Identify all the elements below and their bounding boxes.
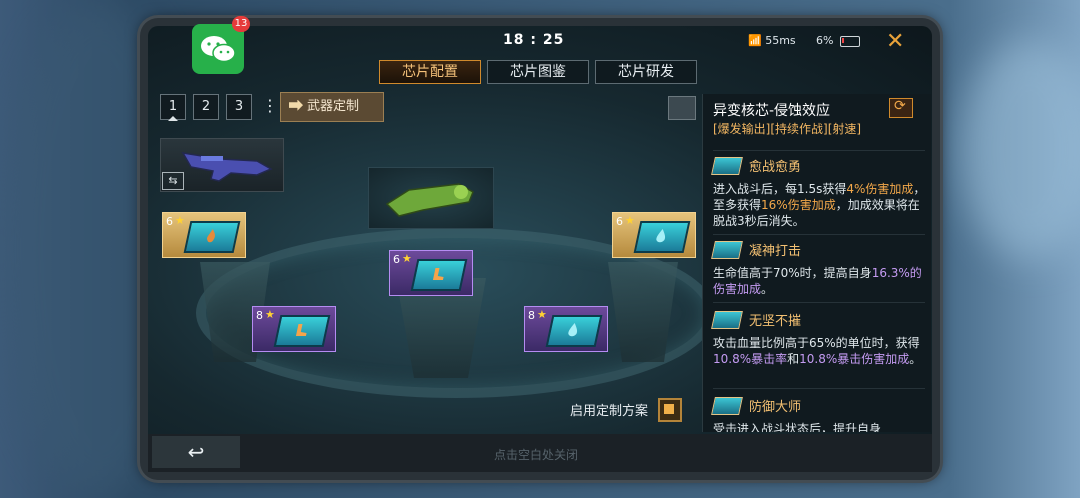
use-custom-plan-label: 启用定制方案: [570, 404, 649, 419]
tab-chip-research[interactable]: 芯片研发: [595, 60, 697, 84]
star-icon: ★: [265, 308, 275, 321]
back-button[interactable]: ↩: [152, 436, 240, 468]
skill-description: 攻击血量比例高于65%的单位时，获得 10.8%暴击率和10.8%暴击伤害加成。: [713, 335, 927, 367]
skill-chip-icon: [711, 310, 743, 329]
chip-slot-5[interactable]: 8 ★: [524, 306, 608, 352]
highlight-text: 10.8%暴击率: [713, 352, 788, 366]
description-text: 。: [761, 282, 774, 296]
skill-chip-icon: [711, 156, 743, 175]
wechat-icon: [201, 36, 236, 63]
chip-slot-1[interactable]: 6 ★: [162, 212, 246, 258]
description-text: 生命值高于70%时，提高自身: [713, 266, 872, 280]
battery-percent: 6%: [816, 34, 834, 47]
wechat-app-icon[interactable]: [192, 24, 244, 74]
use-custom-plan-checkbox[interactable]: [658, 398, 682, 422]
weapon-customize-icon: [289, 99, 303, 111]
more-options-icon[interactable]: ⋮: [262, 96, 278, 115]
skill-entry: 愈战愈勇 进入战斗后，每1.5s获得4%伤害加成，至多获得16%伤害加成，加成效…: [711, 156, 927, 229]
skill-chip-icon: [711, 240, 743, 259]
tab-bar: 芯片配置 芯片图鉴 芯片研发: [379, 60, 697, 84]
drop-chip-icon: [633, 221, 691, 253]
clock: 18 : 25: [503, 32, 565, 48]
divider: [713, 234, 925, 235]
preset-button-1[interactable]: 1: [160, 94, 186, 121]
weapon-customize-button[interactable]: 武器定制: [280, 92, 384, 122]
tab-chip-catalog[interactable]: 芯片图鉴: [487, 60, 589, 84]
close-hint: 点击空白处关闭: [494, 448, 579, 462]
tab-chip-config[interactable]: 芯片配置: [379, 60, 481, 84]
battery-icon: [840, 36, 860, 47]
star-icon: ★: [625, 214, 635, 227]
skill-name: 凝神打击: [749, 244, 802, 259]
skill-entry: 防御大师 受击进入战斗状态后，提升自身: [711, 396, 927, 432]
core-tags: [爆发输出][持续作战][射速]: [713, 122, 862, 136]
description-text: 攻击血量比例高于65%的单位时，获得: [713, 336, 920, 350]
star-icon: ★: [402, 252, 412, 265]
highlight-text: 16%伤害加成: [761, 198, 836, 212]
description-text: 和: [787, 352, 800, 366]
gallery-icon-button[interactable]: [668, 96, 696, 120]
divider: [713, 150, 925, 151]
chip-slot-2[interactable]: 6 ★: [389, 250, 473, 296]
network-latency: 📶 55ms: [748, 34, 796, 47]
skill-description: 受击进入战斗状态后，提升自身: [713, 421, 927, 432]
highlight-text: 4%伤害加成: [846, 182, 914, 196]
skill-name: 防御大师: [749, 400, 802, 415]
skill-chip-icon: [711, 396, 743, 415]
chip-slot-3[interactable]: 6 ★: [612, 212, 696, 258]
close-icon[interactable]: ✕: [886, 29, 904, 54]
skill-description: 进入战斗后，每1.5s获得4%伤害加成，至多获得16%伤害加成，加成效果将在脱战…: [713, 181, 927, 229]
skill-entry: 无坚不摧 攻击血量比例高于65%的单位时，获得 10.8%暴击率和10.8%暴击伤…: [711, 310, 927, 367]
divider: [713, 388, 925, 389]
wifi-icon: 📶: [748, 34, 762, 47]
core-weapon-preview: [368, 167, 494, 229]
status-bar: 18 : 25 📶 55ms 6% ✕: [148, 26, 932, 56]
description-text: 受击进入战斗状态后，提升自身: [713, 422, 882, 432]
preset-button-3[interactable]: 3: [226, 94, 252, 120]
boot-chip-icon: [273, 315, 331, 347]
drop-chip-icon: [545, 315, 603, 347]
flame-chip-icon: [183, 221, 241, 253]
notification-badge: 13: [232, 16, 250, 32]
skill-name: 无坚不摧: [749, 314, 802, 329]
core-detail-panel: 异变核芯-侵蚀效应 [爆发输出][持续作战][射速] 愈战愈勇 进入战斗后，每1…: [702, 94, 931, 432]
core-title: 异变核芯-侵蚀效应: [713, 103, 831, 119]
skill-name: 愈战愈勇: [749, 160, 802, 175]
refresh-icon[interactable]: [889, 98, 913, 118]
preset-button-2[interactable]: 2: [193, 94, 219, 120]
boot-chip-icon: [410, 259, 468, 291]
star-icon: ★: [537, 308, 547, 321]
star-icon: ★: [175, 214, 185, 227]
launcher-icon: [385, 183, 474, 217]
swap-weapon-icon[interactable]: ⇆: [162, 172, 184, 190]
background-blur: [960, 40, 1080, 260]
description-text: 进入战斗后，每1.5s获得: [713, 182, 847, 196]
skill-description: 生命值高于70%时，提高自身16.3%的伤害加成。: [713, 265, 927, 297]
description-text: 。: [909, 352, 922, 366]
chip-slot-4[interactable]: 8 ★: [252, 306, 336, 352]
skill-entry: 凝神打击 生命值高于70%时，提高自身16.3%的伤害加成。: [711, 240, 927, 297]
highlight-text: 10.8%暴击伤害加成: [799, 352, 910, 366]
divider: [713, 302, 925, 303]
